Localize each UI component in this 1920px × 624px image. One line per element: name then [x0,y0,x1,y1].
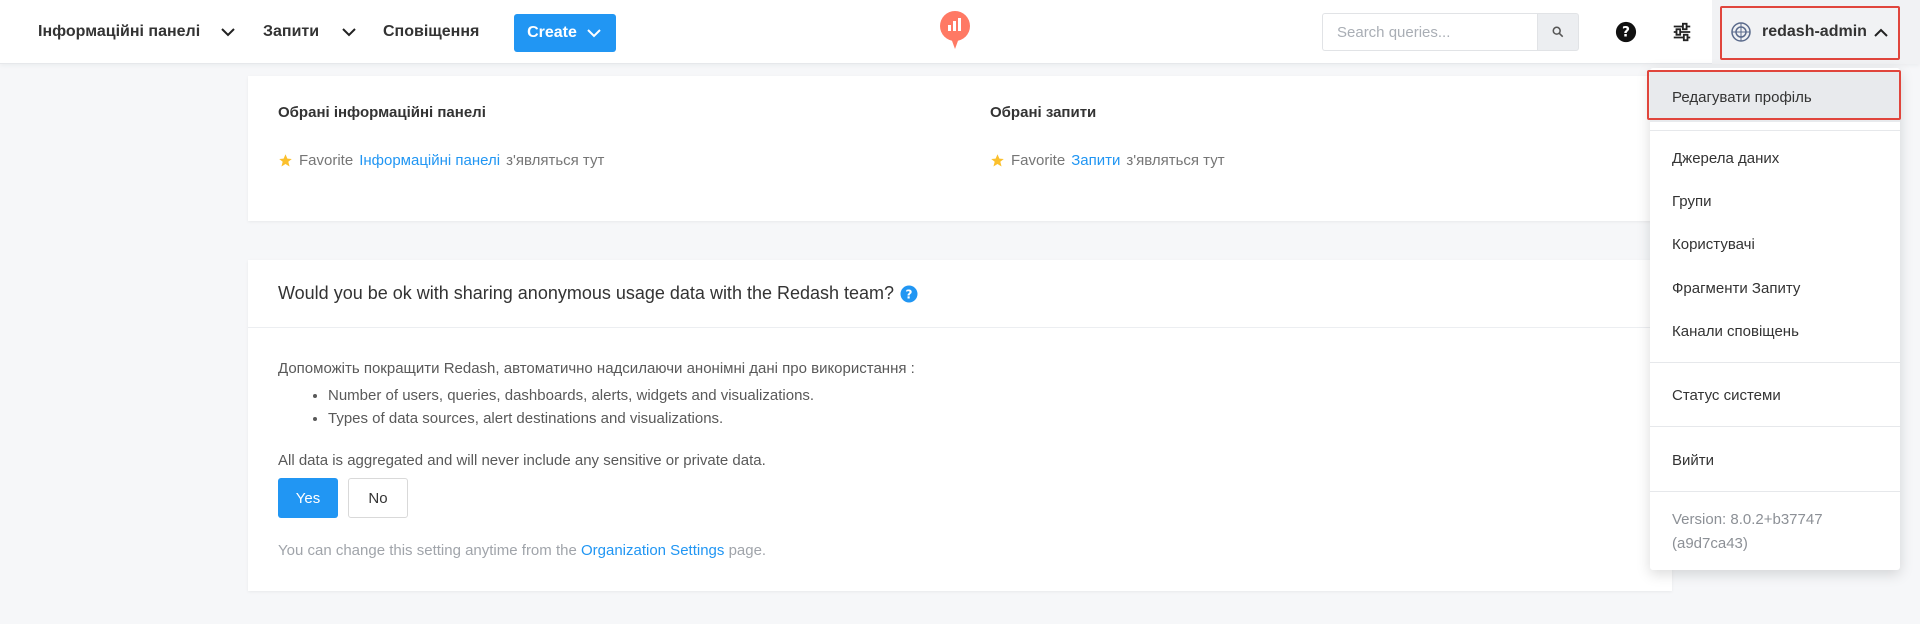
note-prefix: You can change this setting anytime from… [278,542,577,559]
user-dropdown-menu: Редагувати профіль Джерела даних Групи К… [1650,68,1900,570]
menu-item-edit-profile[interactable]: Редагувати профіль [1650,72,1900,122]
redash-logo-icon[interactable] [938,10,972,50]
menu-divider [1650,130,1900,131]
version-hash: (a9d7ca43) [1672,535,1748,552]
usage-data-consent-card: Would you be ok with sharing anonymous u… [248,260,1672,591]
favorite-dashboards-prefix: Favorite [299,152,354,169]
favorites-card: Обрані інформаційні панелі Favorite Інфо… [248,76,1672,221]
consent-title: Would you be ok with sharing anonymous u… [278,283,895,303]
menu-divider [1650,362,1900,363]
version-info: Version: 8.0.2+b37747 (a9d7ca43) [1672,508,1823,556]
settings-button[interactable] [1668,18,1696,46]
consent-body: Допоможіть покращити Redash, автоматично… [278,360,915,433]
menu-item-alert-destinations[interactable]: Канали сповіщень [1650,311,1900,351]
organization-settings-link[interactable]: Organization Settings [581,542,724,559]
dashboards-chevron-down-icon[interactable] [218,22,238,42]
menu-divider [1650,491,1900,492]
favorite-dashboards-suffix: з'являться тут [506,152,605,169]
create-button-label: Create [527,24,577,41]
nav-dashboards[interactable]: Інформаційні панелі [38,0,200,64]
avatar [1730,21,1752,43]
note-suffix: page. [728,542,767,559]
favorite-queries-title: Обрані запити [990,104,1097,121]
chevron-down-icon [587,29,601,38]
help-button[interactable]: ? [1612,18,1640,46]
username-label: redash-admin [1762,23,1867,40]
version-number: Version: 8.0.2+b37747 [1672,511,1823,528]
menu-item-users[interactable]: Користувачі [1650,224,1900,264]
favorite-dashboards-empty: Favorite Інформаційні панелі з'являться … [278,152,604,169]
favorite-dashboards-section: Обрані інформаційні панелі Favorite Інфо… [278,104,604,169]
menu-item-system-status[interactable]: Статус системи [1650,375,1900,415]
favorite-queries-suffix: з'являться тут [1126,152,1225,169]
star-icon [991,154,1004,167]
sliders-icon [1673,22,1691,42]
queries-chevron-down-icon[interactable] [339,22,359,42]
star-icon [279,154,292,167]
list-item: Types of data sources, alert destination… [328,410,915,427]
question-circle-icon[interactable]: ? [900,285,918,303]
menu-item-data-sources[interactable]: Джерела даних [1650,138,1900,178]
list-item: Number of users, queries, dashboards, al… [328,387,915,404]
menu-item-logout[interactable]: Вийти [1650,440,1900,480]
search-button[interactable] [1537,13,1579,51]
favorite-queries-prefix: Favorite [1011,152,1066,169]
favorite-queries-empty: Favorite Запити з'являться тут [990,152,1225,169]
consent-intro: Допоможіть покращити Redash, автоматично… [278,360,915,377]
nav-queries[interactable]: Запити [263,0,319,64]
favorite-queries-section: Обрані запити Favorite Запити з'являться… [990,104,1225,169]
search-queries-input[interactable] [1322,13,1538,51]
consent-bullet-list: Number of users, queries, dashboards, al… [298,387,915,427]
top-navbar: Інформаційні панелі Запити Сповіщення Cr… [0,0,1920,64]
yes-button[interactable]: Yes [278,478,338,518]
nav-alerts[interactable]: Сповіщення [383,0,479,64]
question-circle-icon: ? [1615,21,1637,43]
no-button[interactable]: No [348,478,408,518]
consent-settings-note: You can change this setting anytime from… [278,542,766,559]
svg-text:?: ? [1622,25,1630,41]
user-menu-toggle[interactable]: redash-admin [1712,0,1920,64]
consent-header: Would you be ok with sharing anonymous u… [248,260,1672,328]
queries-link[interactable]: Запити [1071,152,1120,169]
create-button[interactable]: Create [514,14,616,52]
search-icon [1552,26,1564,38]
menu-item-query-snippets[interactable]: Фрагменти Запиту [1650,268,1900,308]
dashboards-link[interactable]: Інформаційні панелі [359,152,500,169]
menu-item-groups[interactable]: Групи [1650,181,1900,221]
favorite-dashboards-title: Обрані інформаційні панелі [278,104,486,121]
consent-aggregated-note: All data is aggregated and will never in… [278,452,766,469]
menu-divider [1650,426,1900,427]
chevron-up-icon [1874,28,1888,37]
svg-text:?: ? [906,287,913,301]
